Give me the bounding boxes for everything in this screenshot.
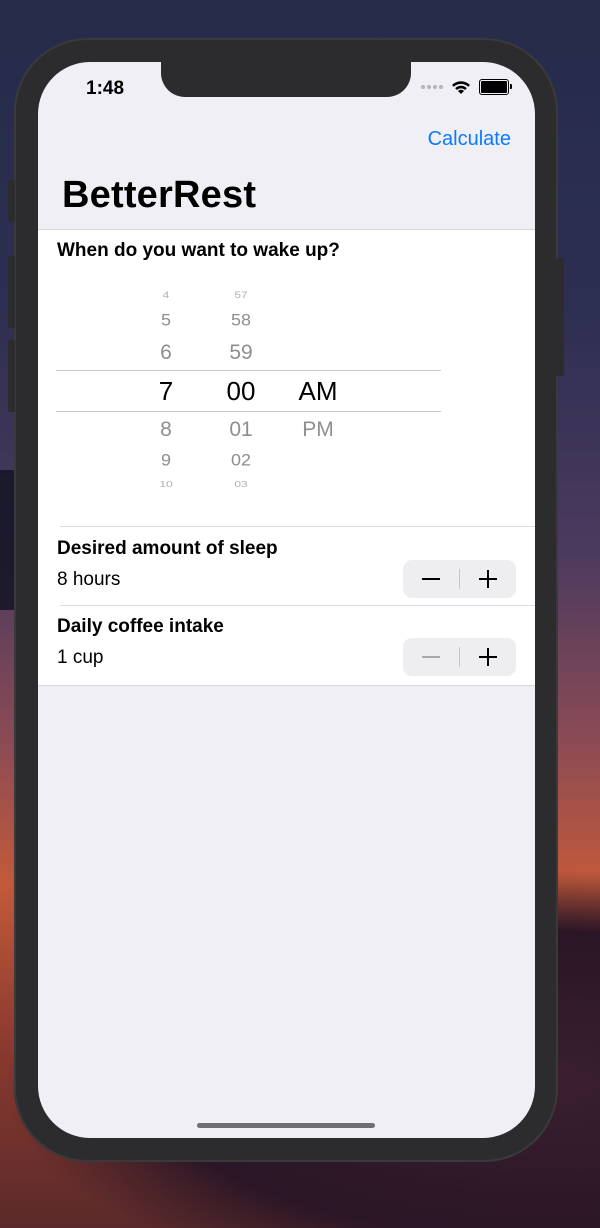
calculate-button[interactable]: Calculate [428,128,511,151]
picker-minute[interactable]: 02 [216,451,266,470]
side-button-power [556,258,564,376]
minus-icon[interactable] [403,560,459,598]
wifi-icon [452,80,470,94]
divider [60,605,535,606]
picker-period[interactable]: PM [288,418,348,442]
wake-time-picker[interactable]: 4 5 6 7 8 9 10 57 58 59 00 01 02 03 AM P… [56,280,441,500]
picker-minute[interactable]: 03 [216,479,266,489]
sleep-label: Desired amount of sleep [57,538,278,559]
coffee-label: Daily coffee intake [57,616,224,637]
picker-selection-bottom [56,411,441,412]
plus-icon[interactable] [460,560,516,598]
picker-minute[interactable]: 59 [216,341,266,365]
signal-dots-icon [421,85,443,89]
status-time: 1:48 [86,78,125,99]
status-icons [421,79,512,95]
picker-minute[interactable]: 01 [216,418,266,442]
coffee-stepper[interactable] [403,638,516,676]
picker-selection-top [56,370,441,371]
side-button-volume-up [8,256,15,328]
divider [60,526,535,527]
notch [161,62,411,97]
minus-icon[interactable] [403,638,459,676]
sleep-stepper[interactable] [403,560,516,598]
page-title: BetterRest [62,174,257,216]
home-indicator[interactable] [197,1123,375,1128]
picker-minute[interactable]: 57 [216,289,266,300]
picker-minute-selected[interactable]: 00 [216,376,266,407]
side-button-volume-down [8,340,15,412]
coffee-value: 1 cup [57,647,104,668]
form-group: When do you want to wake up? 4 5 6 7 8 9… [38,229,535,686]
picker-hour[interactable]: 9 [146,451,186,470]
picker-hour[interactable]: 4 [146,289,186,300]
battery-icon [479,79,512,95]
picker-hour[interactable]: 6 [146,341,186,365]
sleep-value: 8 hours [57,569,121,590]
screen: 1:48 Calculate BetterRest When do you wa… [38,62,535,1138]
picker-hour[interactable]: 8 [146,418,186,442]
picker-hour-selected[interactable]: 7 [146,376,186,407]
side-button-silent [8,180,15,222]
picker-hour[interactable]: 5 [146,311,186,330]
plus-icon[interactable] [460,638,516,676]
picker-period-selected[interactable]: AM [288,376,348,407]
wake-up-label: When do you want to wake up? [57,240,340,261]
picker-minute[interactable]: 58 [216,311,266,330]
picker-hour[interactable]: 10 [146,479,186,489]
